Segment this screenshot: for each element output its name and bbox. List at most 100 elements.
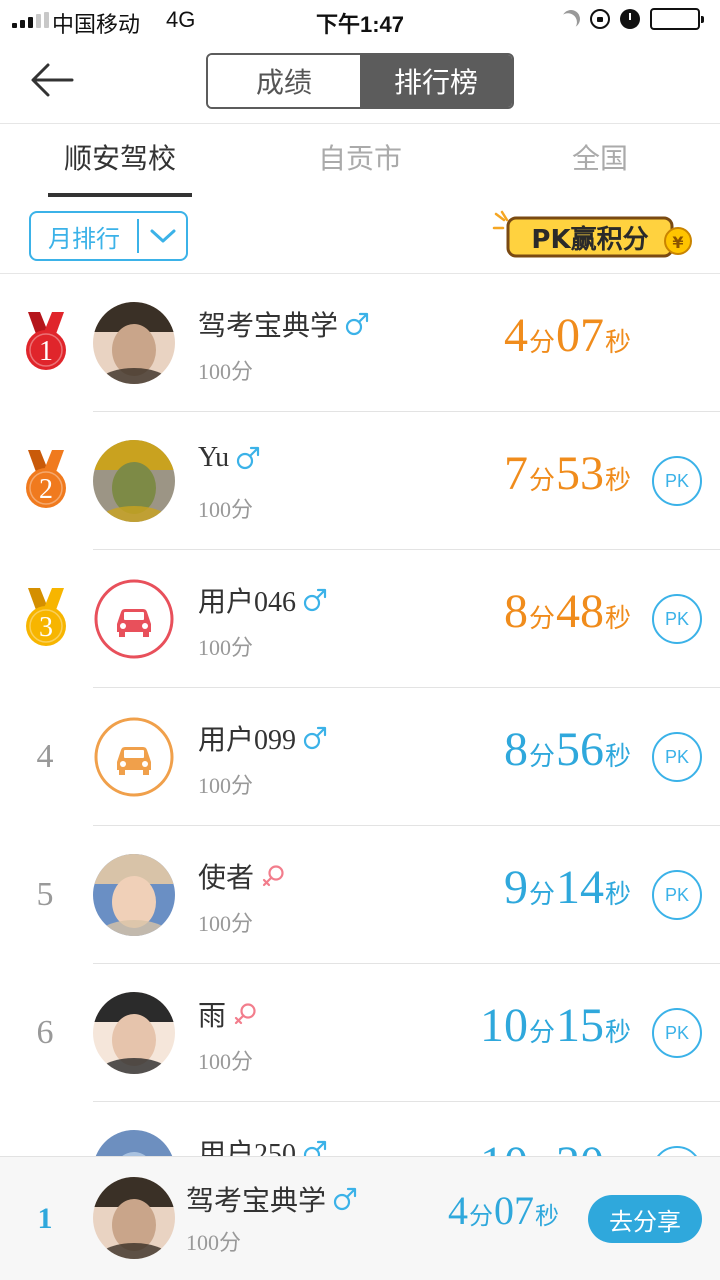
username: 驾考宝典学 xyxy=(198,311,339,342)
ranking-row[interactable]: 用户250 10分20秒 PK xyxy=(0,1102,720,1156)
user-score: 100分 xyxy=(198,635,254,660)
avatar-image xyxy=(93,992,175,1074)
minute-unit: 分 xyxy=(469,1203,493,1230)
second-unit: 秒 xyxy=(604,603,631,633)
coin-icon: ¥ xyxy=(672,233,683,252)
svg-text:3: 3 xyxy=(39,612,53,643)
alarm-icon xyxy=(620,9,640,29)
second-unit: 秒 xyxy=(604,741,631,771)
completion-time: 10分20秒 xyxy=(480,1136,632,1156)
period-label: 月排行 xyxy=(48,225,120,253)
pk-button[interactable]: PK xyxy=(652,870,702,920)
time-seconds: 56 xyxy=(555,723,604,776)
user-score: 100分 xyxy=(198,911,254,936)
svg-text:1: 1 xyxy=(39,336,53,367)
my-avatar-image xyxy=(93,1177,175,1259)
time-minutes: 8 xyxy=(503,585,528,638)
user-avatar[interactable] xyxy=(93,578,175,660)
ranking-row[interactable]: 3 用户046 100分 8 分 48 秒 PK xyxy=(0,550,720,688)
time-minutes: 10 xyxy=(479,999,528,1052)
tab-school[interactable]: 顺安驾校 xyxy=(0,125,240,197)
minute-unit: 分 xyxy=(528,1017,555,1047)
completion-time: 8 分 56 秒 xyxy=(504,722,632,792)
minute-unit: 分 xyxy=(528,879,555,909)
time-seconds: 07 xyxy=(555,309,604,362)
time-seconds: 53 xyxy=(555,447,604,500)
time-minutes: 8 xyxy=(503,723,528,776)
completion-time: 8 分 48 秒 xyxy=(504,584,632,654)
pk-banner[interactable]: PK赢积分 ¥ xyxy=(492,208,702,264)
user-avatar[interactable] xyxy=(93,992,175,1074)
minute-unit: 分 xyxy=(528,603,555,633)
completion-time: 9 分 14 秒 xyxy=(504,860,632,930)
user-avatar[interactable] xyxy=(93,302,175,384)
time-minutes: 7 xyxy=(503,447,528,500)
ranking-row[interactable]: 6 雨 100分 10 分 15 秒 PK xyxy=(0,964,720,1102)
pk-button[interactable]: PK xyxy=(652,732,702,782)
share-button[interactable]: 去分享 xyxy=(588,1195,702,1243)
user-score: 100分 xyxy=(198,497,254,522)
second-unit: 秒 xyxy=(604,465,631,495)
username: Yu xyxy=(198,442,230,473)
segment-leaderboard[interactable]: 排行榜 xyxy=(360,55,512,107)
my-time-seconds: 07 xyxy=(494,1188,534,1233)
time-seconds: 48 xyxy=(555,585,604,638)
rank-number: 6 xyxy=(36,1014,54,1051)
rotation-lock-icon xyxy=(590,9,610,29)
username: 用户250 xyxy=(198,1139,297,1156)
avatar-image xyxy=(93,854,175,936)
tab-city[interactable]: 自贡市 xyxy=(240,125,480,197)
time-seconds: 14 xyxy=(555,861,604,914)
my-time: 4 分 07 秒 xyxy=(448,1187,560,1257)
avatar-image xyxy=(93,440,175,522)
tab-national[interactable]: 全国 xyxy=(480,125,720,197)
second-unit: 秒 xyxy=(604,1017,631,1047)
pk-button[interactable]: PK xyxy=(652,1008,702,1058)
my-score: 100分 xyxy=(186,1230,242,1255)
male-icon xyxy=(345,312,369,336)
back-arrow-icon[interactable] xyxy=(28,58,78,102)
male-icon xyxy=(303,726,327,750)
user-score: 100分 xyxy=(198,773,254,798)
user-avatar[interactable] xyxy=(93,1130,175,1156)
female-icon xyxy=(262,865,284,887)
minute-unit: 分 xyxy=(528,327,555,357)
username: 雨 xyxy=(198,1001,227,1032)
user-avatar[interactable] xyxy=(93,440,175,522)
completion-time: 4 分 07 秒 xyxy=(504,308,632,378)
ranking-row[interactable]: 2 Yu 100分 7 分 53 秒 PK xyxy=(0,412,720,550)
period-dropdown[interactable]: 月排行 xyxy=(29,211,188,261)
avatar-image xyxy=(93,1130,175,1156)
battery-icon xyxy=(650,8,704,30)
time-seconds: 15 xyxy=(555,999,604,1052)
region-tabs: 顺安驾校 自贡市 全国 xyxy=(0,125,720,197)
ranking-row[interactable]: 4 用户099 100分 8 分 56 秒 PK xyxy=(0,688,720,826)
chevron-down-icon xyxy=(150,229,175,243)
second-unit: 秒 xyxy=(604,879,631,909)
pk-button[interactable]: PK xyxy=(652,1146,702,1156)
user-avatar[interactable] xyxy=(93,716,175,798)
ranking-row[interactable]: 1 驾考宝典学 100分 4 分 07 秒 xyxy=(0,274,720,412)
pk-button[interactable]: PK xyxy=(652,456,702,506)
completion-time: 10 分 15 秒 xyxy=(480,998,632,1068)
my-avatar xyxy=(93,1177,175,1259)
time-minutes: 9 xyxy=(503,861,528,914)
male-icon xyxy=(333,1187,357,1211)
second-unit: 秒 xyxy=(604,327,631,357)
ranking-row[interactable]: 5 使者 100分 9 分 14 秒 PK xyxy=(0,826,720,964)
nav-bar: 成绩 排行榜 xyxy=(0,40,720,124)
red-medal-icon: 1 xyxy=(26,312,66,370)
pk-button[interactable]: PK xyxy=(652,594,702,644)
gold-medal-icon: 3 xyxy=(26,588,66,646)
ranking-list[interactable]: 1 驾考宝典学 100分 4 分 07 秒 2 Yu 100分 7 分 53 秒 PK 3 用户046 100分 8… xyxy=(0,274,720,1156)
female-icon xyxy=(234,1003,256,1025)
segment-scores[interactable]: 成绩 xyxy=(208,55,360,107)
user-avatar[interactable] xyxy=(93,854,175,936)
user-score: 100分 xyxy=(198,1049,254,1074)
orange-medal-icon: 2 xyxy=(26,450,66,508)
svg-text:2: 2 xyxy=(39,474,53,505)
my-rank-bar: 1 驾考宝典学 100分 4 分 07 秒 去分享 xyxy=(0,1156,720,1280)
car-avatar-icon xyxy=(94,717,174,797)
rank-number: 4 xyxy=(36,738,54,775)
username: 用户046 xyxy=(198,587,297,618)
